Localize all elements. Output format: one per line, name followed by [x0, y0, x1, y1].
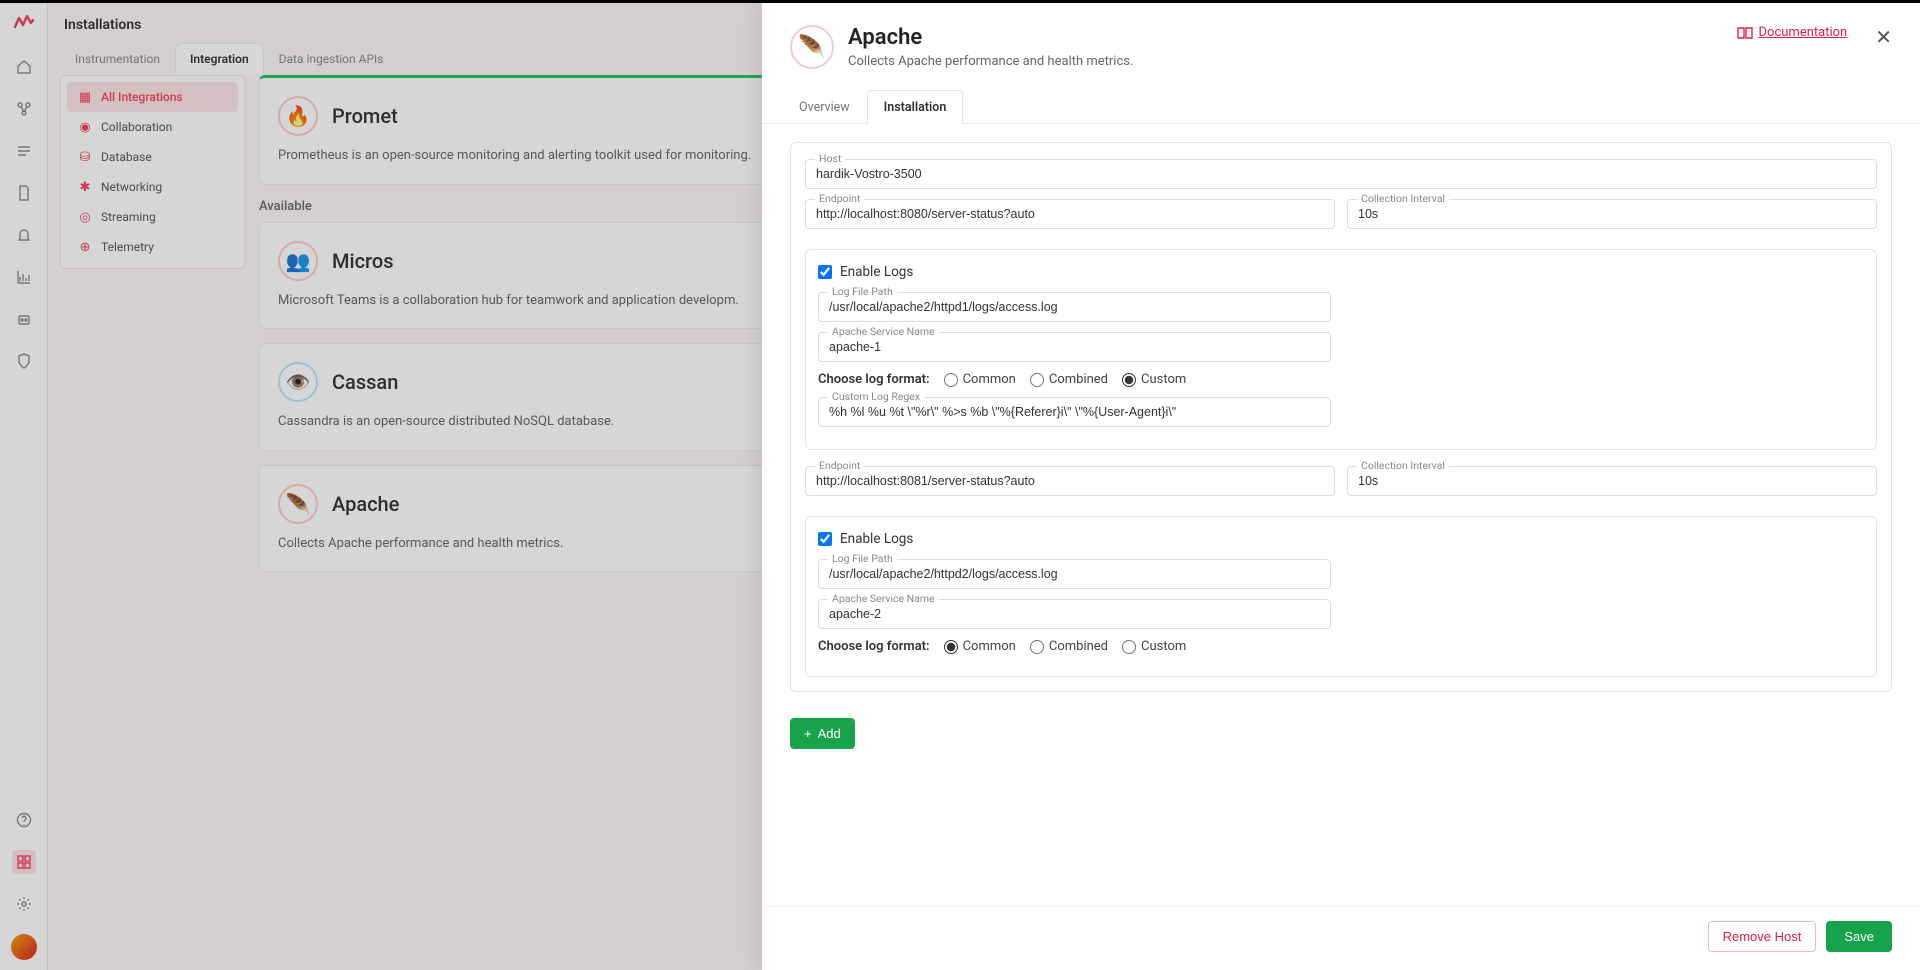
add-button[interactable]: + Add [790, 718, 855, 749]
modal-title: Apache [848, 25, 1723, 50]
endpoint-input-1[interactable] [805, 199, 1335, 229]
logs-box-2: Enable Logs Log File Path Apache Service… [805, 516, 1877, 677]
modal-overlay: 🪶 Apache Collects Apache performance and… [0, 3, 1920, 970]
service-field-2: Apache Service Name [818, 599, 1331, 629]
host-config: Host Endpoint Collection Interval [790, 142, 1892, 692]
radio-common-2[interactable]: Common [944, 639, 1016, 654]
endpoint-field-2: Endpoint [805, 466, 1335, 496]
radio-custom-2[interactable]: Custom [1122, 639, 1186, 654]
enable-logs-2[interactable]: Enable Logs [818, 531, 1864, 547]
interval-field-1: Collection Interval [1347, 199, 1877, 229]
host-field: Host [805, 159, 1877, 189]
close-icon[interactable]: ✕ [1875, 25, 1892, 50]
remove-host-button[interactable]: Remove Host [1708, 921, 1817, 952]
enable-logs-checkbox-2[interactable] [818, 532, 832, 546]
plus-icon: + [804, 726, 812, 741]
enable-logs-1[interactable]: Enable Logs [818, 264, 1864, 280]
save-button[interactable]: Save [1826, 921, 1892, 952]
logfile-field-1: Log File Path [818, 292, 1331, 322]
service-field-1: Apache Service Name [818, 332, 1331, 362]
radio-common-1[interactable]: Common [944, 372, 1016, 387]
endpoint-input-2[interactable] [805, 466, 1335, 496]
logformat-label-1: Choose log format: [818, 372, 930, 387]
logfile-field-2: Log File Path [818, 559, 1331, 589]
host-input[interactable] [805, 159, 1877, 189]
mtab-overview[interactable]: Overview [782, 90, 867, 124]
modal-apache-icon: 🪶 [790, 25, 834, 69]
endpoint-field-1: Endpoint [805, 199, 1335, 229]
regex-field-1: Custom Log Regex [818, 397, 1331, 427]
radio-custom-1[interactable]: Custom [1122, 372, 1186, 387]
mtab-installation[interactable]: Installation [867, 90, 964, 124]
enable-logs-checkbox-1[interactable] [818, 265, 832, 279]
documentation-link[interactable]: Documentation [1737, 25, 1848, 40]
radio-combined-2[interactable]: Combined [1030, 639, 1108, 654]
modal-subtitle: Collects Apache performance and health m… [848, 54, 1723, 69]
radio-combined-1[interactable]: Combined [1030, 372, 1108, 387]
modal-tabs: Overview Installation [762, 89, 1920, 124]
modal-panel: 🪶 Apache Collects Apache performance and… [762, 3, 1920, 970]
book-icon [1737, 26, 1753, 40]
interval-field-2: Collection Interval [1347, 466, 1877, 496]
logformat-label-2: Choose log format: [818, 639, 930, 654]
logs-box-1: Enable Logs Log File Path Apache Service… [805, 249, 1877, 450]
